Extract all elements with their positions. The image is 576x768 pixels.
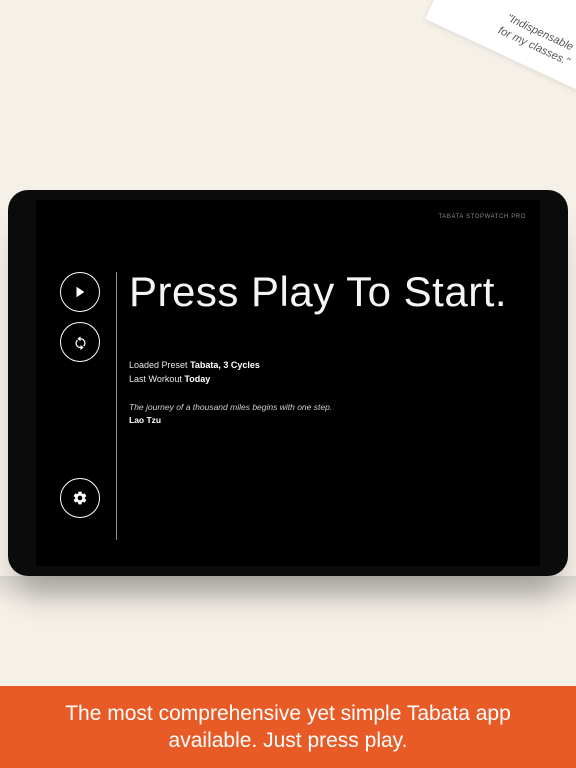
corner-ribbon: "Indispensable for my classes." [425,0,576,112]
marketing-caption: The most comprehensive yet simple Tabata… [0,686,576,768]
main-column: Press Play To Start. Loaded Preset Tabat… [129,272,526,552]
loaded-preset-value: Tabata, 3 Cycles [190,360,260,370]
last-workout-row: Last Workout Today [129,373,526,387]
app-brand: TABATA STOPWATCH PRO [438,214,526,220]
play-button[interactable] [60,272,100,312]
loaded-preset-row: Loaded Preset Tabata, 3 Cycles [129,359,526,373]
quote-author: Lao Tzu [129,414,526,427]
reset-button[interactable] [60,322,100,362]
play-icon [73,285,87,299]
vertical-divider [116,272,117,540]
last-workout-value: Today [184,374,210,384]
tablet-frame: TABATA STOPWATCH PRO Press Play To Start… [8,190,568,576]
table-shadow [0,576,576,606]
caption-text: The most comprehensive yet simple Tabata… [28,700,548,755]
app-content: Press Play To Start. Loaded Preset Tabat… [54,272,526,552]
ribbon-quote: "Indispensable for my classes." [496,10,576,69]
settings-button[interactable] [60,478,100,518]
quote-text: The journey of a thousand miles begins w… [129,401,526,414]
reset-icon [73,335,88,350]
loaded-preset-label: Loaded Preset [129,360,188,370]
gear-icon [72,490,88,506]
start-heading: Press Play To Start. [129,268,526,315]
controls-column [54,272,106,552]
preset-meta: Loaded Preset Tabata, 3 Cycles Last Work… [129,359,526,387]
app-screen: TABATA STOPWATCH PRO Press Play To Start… [36,200,540,566]
last-workout-label: Last Workout [129,374,182,384]
inspiration-quote: The journey of a thousand miles begins w… [129,401,526,427]
